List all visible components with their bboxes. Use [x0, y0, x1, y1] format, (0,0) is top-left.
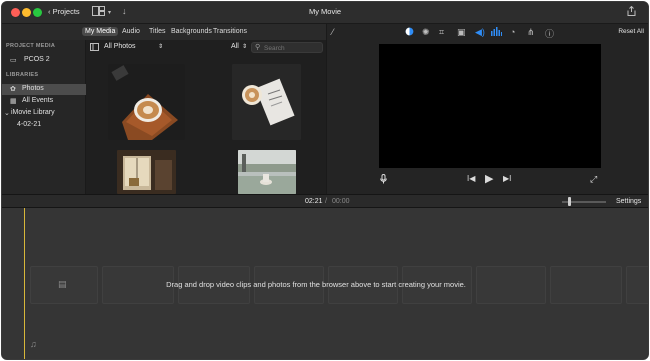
zoom-slider-knob[interactable]	[568, 197, 571, 206]
sidebar-item-label: 4-02-21	[17, 121, 42, 128]
browser-toolbar: All Photos ⇕ All ⇕ ⚲	[86, 40, 326, 56]
speed-icon[interactable]: ◔	[510, 27, 515, 37]
updown-chevron-icon[interactable]: ⇕	[158, 43, 163, 50]
chevron-down-icon: ⌄	[4, 110, 10, 117]
window-title: My Movie	[308, 7, 342, 16]
film-icon: ▭	[10, 57, 17, 64]
sidebar-item-label: Photos	[22, 85, 44, 92]
sidebar-item-label: iMovie Library	[11, 109, 55, 116]
microphone-icon[interactable]	[380, 174, 387, 186]
magic-wand-icon[interactable]: ⁄	[332, 27, 334, 37]
timeline-empty-message: Drag and drop video clips and photos fro…	[166, 280, 466, 289]
sidebar-item-photos[interactable]: ✿ Photos	[2, 84, 86, 95]
search-input[interactable]	[264, 44, 320, 52]
viewer-panel: ⁄ ✺ ⌗ ▣ ◀) ◔ ⋔ ⓘ Reset All I◀ ▶ ▶I ⤢	[326, 24, 648, 194]
tab-titles[interactable]: Titles	[146, 27, 168, 36]
updown-chevron-icon[interactable]: ⇕	[242, 43, 247, 50]
share-icon[interactable]	[627, 5, 636, 18]
project-media-header: PROJECT MEDIA	[6, 43, 56, 49]
volume-icon[interactable]: ◀)	[475, 27, 485, 38]
reset-all-button[interactable]: Reset All	[618, 28, 644, 35]
title-bar: ‹ Projects ▾ ↓ My Movie	[2, 2, 648, 24]
media-browser: All Photos ⇕ All ⇕ ⚲	[86, 40, 326, 194]
grid-icon: ▦	[10, 98, 17, 105]
tab-backgrounds[interactable]: Backgrounds	[168, 27, 215, 36]
music-note-icon: ♫	[30, 339, 37, 349]
playhead[interactable]	[24, 208, 25, 359]
play-icon[interactable]: ▶	[485, 172, 493, 185]
libraries-header: LIBRARIES	[6, 72, 39, 78]
photo-thumbnail-latte-tray[interactable]	[108, 64, 185, 140]
photo-thumbnail-cafe-interior[interactable]	[117, 150, 176, 194]
time-separator: /	[325, 198, 327, 205]
color-correction-icon[interactable]: ✺	[422, 27, 430, 38]
tab-audio[interactable]: Audio	[119, 27, 143, 36]
timeline-placeholder-slot	[626, 266, 648, 304]
color-balance-icon[interactable]	[405, 27, 414, 38]
timeline-placeholder-slot	[550, 266, 622, 304]
sidebar-item-event[interactable]: 4-02-21	[2, 120, 86, 131]
filter-select[interactable]: All	[231, 43, 239, 50]
photo-thumbnail-outdoor-cup[interactable]	[238, 150, 296, 194]
fullscreen-icon[interactable]: ⤢	[590, 174, 597, 185]
search-icon: ⚲	[255, 44, 261, 51]
stabilization-icon[interactable]: ▣	[457, 27, 466, 38]
tab-transitions[interactable]: Transitions	[210, 27, 250, 36]
media-tab-bar: My Media Audio Titles Backgrounds Transi…	[2, 24, 326, 40]
tab-my-media[interactable]: My Media	[82, 27, 119, 36]
source-select[interactable]: All Photos	[104, 43, 136, 50]
libraries-sidebar: PROJECT MEDIA ▭ PCOS 2 LIBRARIES ✿ Photo…	[2, 40, 86, 194]
info-icon[interactable]: ⓘ	[545, 27, 554, 40]
crop-icon[interactable]: ⌗	[439, 27, 444, 38]
photos-icon: ✿	[10, 86, 16, 93]
sidebar-item-label: All Events	[22, 97, 54, 104]
skip-forward-icon[interactable]: ▶I	[503, 174, 511, 183]
equalizer-icon[interactable]	[491, 27, 502, 38]
timeline-header: 02:21 / 00:00 Settings	[2, 194, 648, 208]
sidebar-item-project[interactable]: ▭ PCOS 2	[2, 55, 86, 66]
current-time: 02:21	[305, 198, 323, 205]
sidebar-item-label: PCOS 2	[24, 56, 50, 63]
sidebar-item-library[interactable]: ⌄ iMovie Library	[2, 108, 86, 119]
timeline-settings-button[interactable]: Settings	[616, 198, 641, 205]
skip-back-icon[interactable]: I◀	[467, 174, 475, 183]
total-time: 00:00	[332, 198, 350, 205]
sidebar-item-all-events[interactable]: ▦ All Events	[2, 96, 86, 107]
sidebar-toggle-icon[interactable]	[90, 43, 99, 53]
imovie-window: ‹ Projects ▾ ↓ My Movie My Media Audio T…	[1, 1, 649, 360]
video-preview[interactable]	[379, 44, 601, 168]
noise-reduction-icon[interactable]: ⋔	[527, 27, 535, 38]
timeline[interactable]: ▤ Drag and drop video clips and photos f…	[2, 208, 648, 359]
photo-thumbnail-coffee-menu[interactable]	[232, 64, 301, 140]
search-field[interactable]: ⚲	[251, 42, 323, 53]
